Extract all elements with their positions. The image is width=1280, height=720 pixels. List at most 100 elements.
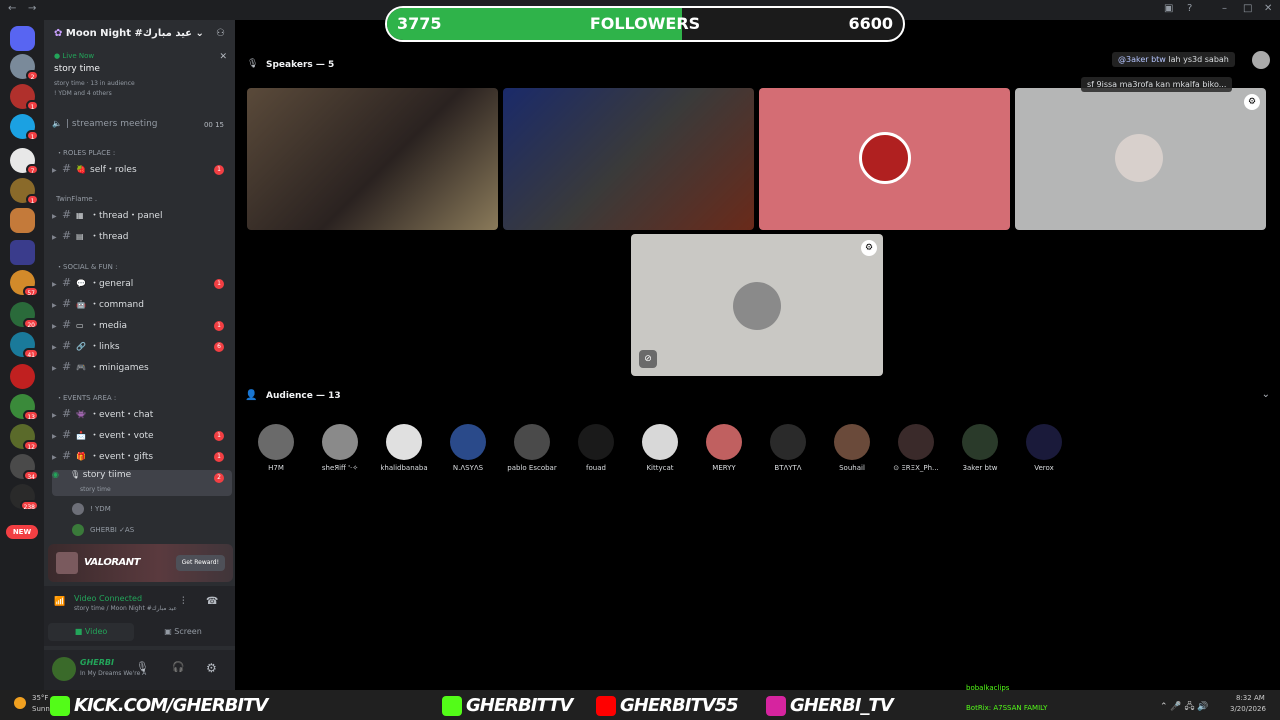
channel-label: ・event・chat — [90, 410, 154, 420]
chevron-down-icon[interactable]: ⌄ — [1262, 389, 1270, 400]
server-icon[interactable]: 7 — [10, 148, 39, 175]
headphones-icon[interactable]: 🎧 — [172, 662, 184, 673]
audience-member[interactable]: fouad — [564, 424, 628, 472]
channel-label: ・event・vote — [90, 431, 154, 441]
category-events[interactable]: ・EVENTS AREA : — [56, 393, 226, 403]
audience-member[interactable]: BTΛYTΛ — [756, 424, 820, 472]
youtube-icon — [596, 696, 616, 716]
voice-status-panel: 📶 Video Connected story time / Moon Nigh… — [44, 586, 235, 646]
server-icon[interactable]: 1 — [10, 178, 39, 205]
category-twinflame[interactable]: TwinFlame . — [56, 195, 226, 203]
promo-name: VALORANT — [84, 557, 140, 568]
back-arrow-icon[interactable]: ← — [8, 3, 16, 14]
unread-badge: 1 — [214, 321, 224, 331]
stage-icon: ◉ — [52, 470, 59, 479]
audience-member[interactable]: Souhail — [820, 424, 884, 472]
category-social[interactable]: ・SOCIAL & FUN : — [56, 262, 226, 272]
audience-member[interactable]: khalidbanaba — [372, 424, 436, 472]
microphone-icon[interactable]: 🎙 — [136, 662, 149, 673]
live-stage-card[interactable]: ● Live Now story time story time · 13 in… — [48, 52, 231, 116]
discord-home-icon[interactable] — [10, 26, 35, 51]
add-member-icon[interactable]: ⚇ — [216, 28, 225, 39]
maximize-icon[interactable]: □ — [1243, 3, 1252, 14]
audience-member[interactable]: pablo Escobar — [500, 424, 564, 472]
server-header[interactable]: ✿ Moon Night #عيد مبارك ⌄ ⚇ — [44, 20, 235, 50]
inbox-icon[interactable]: ▣ — [1164, 3, 1173, 14]
channel-label: ・general — [90, 279, 134, 289]
weather-sub: Sunn — [32, 705, 50, 713]
stage-channel-story-time[interactable]: ◉ 🎙 story tiime story time 2 — [52, 470, 232, 496]
disconnect-icon[interactable]: ☎ — [206, 596, 218, 607]
server-icon[interactable] — [10, 364, 35, 389]
close-window-icon[interactable]: ✕ — [1264, 3, 1272, 14]
channel-label: ・media — [90, 321, 128, 331]
audience-member[interactable]: Verox — [1012, 424, 1076, 472]
kick-brand: KICK.COM/GHERBITV — [50, 695, 268, 716]
server-icon[interactable]: 41 — [10, 332, 39, 359]
channel-media[interactable]: ▶ # ▭ ・media 1 — [52, 318, 232, 336]
chat-message: @3aker btw lah ys3d sabah — [1112, 52, 1235, 67]
audience-member[interactable]: sheЯiff '·✧ — [308, 424, 372, 472]
get-reward-button[interactable]: Get Reward! — [175, 555, 225, 571]
minimize-icon[interactable]: – — [1222, 3, 1227, 14]
channel-thread[interactable]: ▶ # ▤ ・thread — [52, 229, 232, 247]
unread-badge: 6 — [214, 342, 224, 352]
avatar[interactable] — [52, 657, 76, 681]
screen-button[interactable]: ▣ Screen — [140, 623, 226, 641]
new-badge: NEW — [6, 525, 38, 539]
soundboard-icon[interactable]: ⫶ — [182, 596, 185, 607]
server-icon[interactable]: 57 — [10, 270, 39, 297]
video-button[interactable]: ■ Video — [48, 623, 134, 641]
channel-label: ・command — [90, 300, 144, 310]
voice-user[interactable]: ! YDM — [72, 503, 111, 515]
speaker-avatar-tile[interactable] — [759, 88, 1010, 230]
speaker-avatar-tile[interactable]: ⚙ ⊘ — [631, 234, 883, 376]
speaker-video-tile[interactable] — [247, 88, 498, 230]
clock-time: 8:32 AM — [1236, 694, 1265, 702]
audience-member[interactable]: Kittycat — [628, 424, 692, 472]
valorant-promo[interactable]: VALORANT Get Reward! — [48, 544, 233, 582]
stage-sub: story time — [80, 486, 111, 493]
folder-icon[interactable] — [10, 240, 35, 265]
audience-member[interactable]: 3aker btw — [948, 424, 1012, 472]
channel-thread-panel[interactable]: ▶ # ▦ ・thread・panel — [52, 208, 232, 226]
server-rail: 2 1 1 7 1 57 20 41 13 12 34 238 NEW — [0, 20, 44, 690]
server-icon[interactable]: 20 — [10, 302, 39, 329]
gamepad-icon: 🎮 — [76, 363, 86, 372]
server-icon[interactable]: 1 — [10, 84, 39, 111]
speaker-video-tile[interactable] — [503, 88, 754, 230]
speaker-avatar-tile[interactable]: ⚙ — [1015, 88, 1266, 230]
weather-temp: 35°F — [32, 694, 49, 702]
channel-event-vote[interactable]: ▶ # 📩 ・event・vote 1 — [52, 428, 232, 446]
voice-user[interactable]: GHERBI ✓AS — [72, 524, 134, 536]
server-icon[interactable]: 13 — [10, 394, 39, 421]
channel-event-chat[interactable]: ▶ # 👾 ・event・chat — [52, 407, 232, 425]
server-icon[interactable]: 2 — [10, 54, 39, 81]
server-icon[interactable]: 34 — [10, 454, 39, 481]
settings-gear-icon[interactable]: ⚙ — [206, 661, 217, 675]
forward-arrow-icon[interactable]: → — [28, 3, 36, 14]
channel-event-gifts[interactable]: ▶ # 🎁 ・event・gifts 1 — [52, 449, 232, 467]
tray-icons[interactable]: ⌃ 🎤 🖧 🔊 — [1160, 699, 1209, 715]
audience-member[interactable]: MERYY — [692, 424, 756, 472]
channel-streamers-meeting[interactable]: 🔈 | streamers meeting 00 15 — [52, 119, 232, 137]
channel-minigames[interactable]: ▶ # 🎮 ・minigames — [52, 360, 232, 378]
category-roles[interactable]: ・ROLES PLACE : — [56, 148, 226, 158]
stream-overlay-bar: 35°F Sunn KICK.COM/GHERBITV GHERBITTV GH… — [0, 684, 1280, 720]
audience-member[interactable]: ⊙ ΞRΞX_Ph... — [884, 424, 948, 472]
close-icon[interactable]: ✕ — [219, 52, 227, 62]
audience-member[interactable]: H7M — [244, 424, 308, 472]
voice-status-title: Video Connected — [74, 594, 143, 603]
server-icon[interactable]: 12 — [10, 424, 39, 451]
channel-general[interactable]: ▶ # 💬 ・general 1 — [52, 276, 232, 294]
camera-icon: ■ — [74, 627, 85, 636]
channel-command[interactable]: ▶ # 🤖 ・command — [52, 297, 232, 315]
help-icon[interactable]: ? — [1187, 3, 1192, 14]
server-icon[interactable] — [10, 208, 35, 233]
channel-self-roles[interactable]: ▶ # 🍓 self・roles 1 — [52, 162, 232, 180]
unread-badge: 1 — [214, 452, 224, 462]
server-icon[interactable]: 1 — [10, 114, 39, 141]
audience-member[interactable]: N.ΛSYΛS — [436, 424, 500, 472]
channel-links[interactable]: ▶ # 🔗 ・links 6 — [52, 339, 232, 357]
server-icon[interactable]: 238 — [10, 484, 39, 511]
